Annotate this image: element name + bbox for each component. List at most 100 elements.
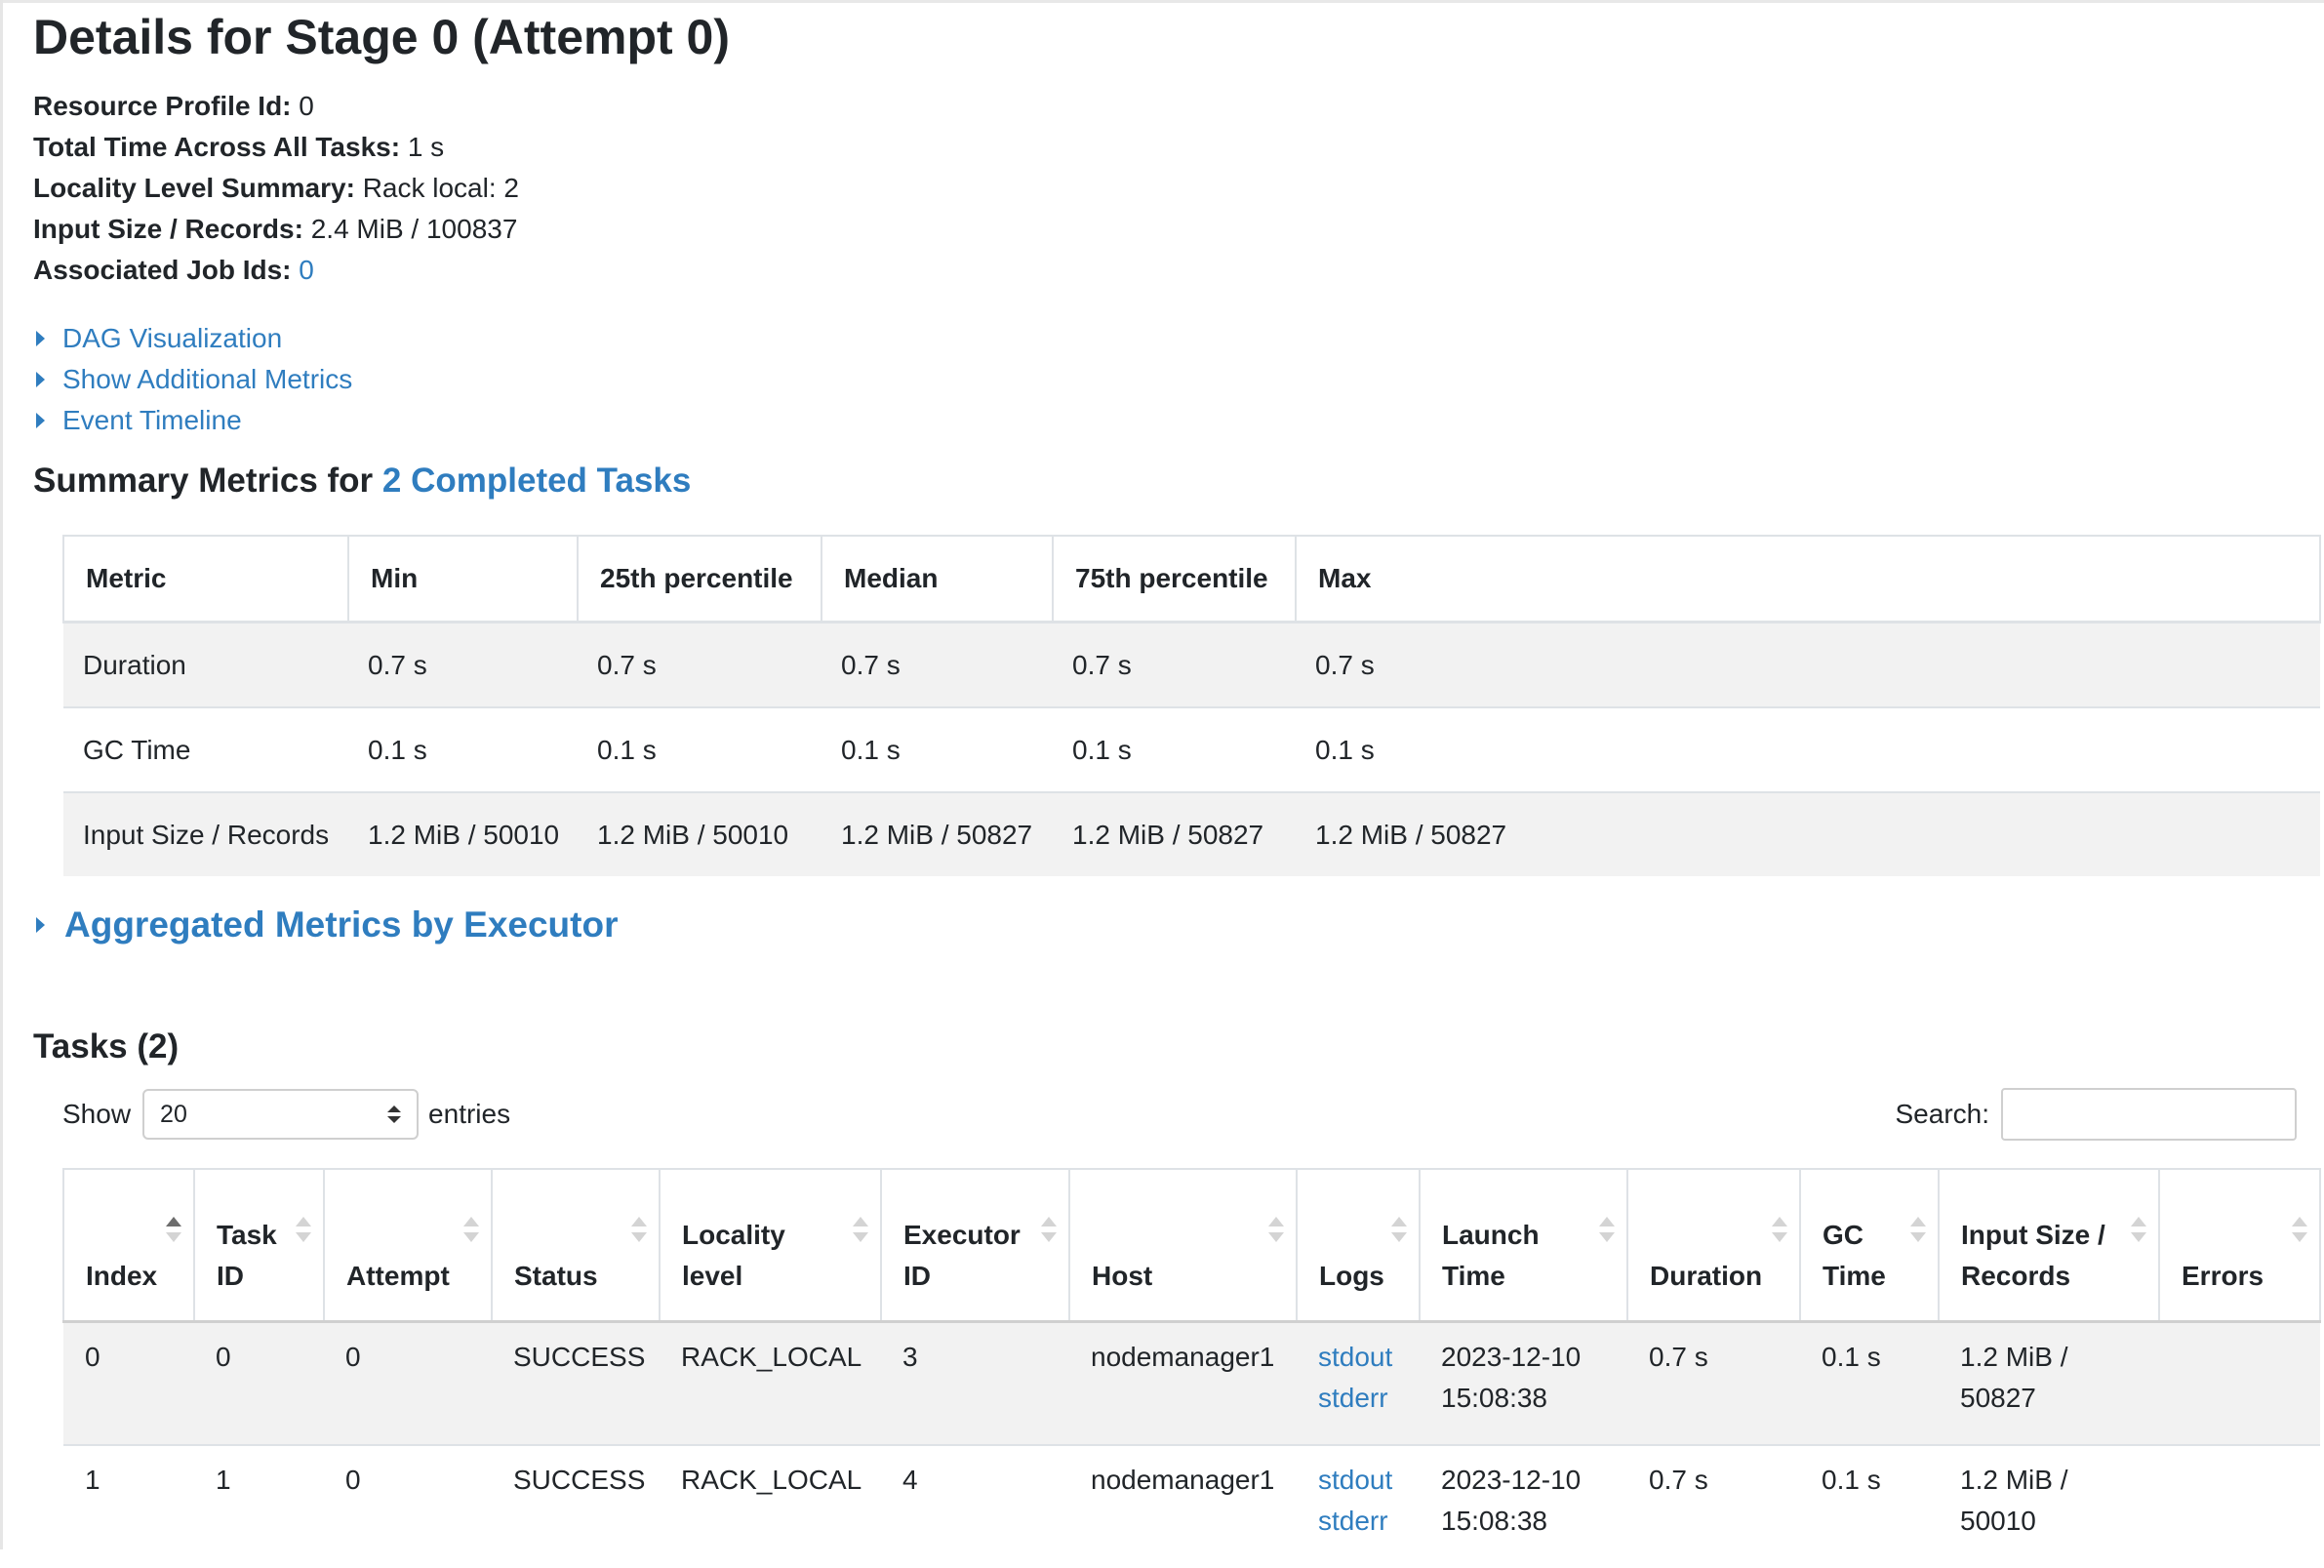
task-index: 0	[63, 1320, 194, 1445]
stdout-link[interactable]: stdout	[1318, 1337, 1400, 1378]
caret-right-icon	[36, 372, 45, 387]
task-gc-time: 0.1 s	[1800, 1320, 1939, 1445]
column-header-errors[interactable]: Errors	[2158, 1168, 2321, 1323]
column-header-input-size[interactable]: Input Size / Records	[1938, 1168, 2160, 1323]
aggregated-metrics-label: Aggregated Metrics by Executor	[64, 905, 619, 945]
caret-right-icon	[36, 917, 45, 933]
locality-summary-item: Locality Level Summary: Rack local: 2	[33, 168, 519, 209]
summary-metrics-prefix: Summary Metrics for	[33, 462, 374, 500]
metrics-cell: 0.7 s	[821, 621, 1053, 707]
metrics-column-header: Min	[347, 535, 579, 623]
tasks-table: Index Task ID Attempt Status Locality leve…	[62, 1168, 2321, 1568]
column-header-status[interactable]: Status	[491, 1168, 661, 1323]
task-id: 0	[194, 1320, 324, 1445]
event-timeline-toggle[interactable]: Event Timeline	[33, 400, 352, 441]
metrics-column-header: Metric	[62, 535, 349, 623]
metrics-cell: 0.7 s	[1053, 621, 1296, 707]
search-control: Search:	[1896, 1087, 2297, 1142]
event-timeline-label: Event Timeline	[62, 405, 242, 435]
caret-right-icon	[36, 331, 45, 346]
job-id-link[interactable]: 0	[299, 255, 314, 285]
column-header-index[interactable]: Index	[62, 1168, 195, 1323]
summary-metrics-table: Metric Min 25th percentile Median 75th p…	[62, 535, 2321, 876]
task-attempt: 0	[324, 1320, 492, 1445]
sort-icon	[1041, 1217, 1057, 1242]
metrics-cell: 1.2 MiB / 50827	[1053, 791, 1296, 876]
stdout-link[interactable]: stdout	[1318, 1460, 1400, 1501]
sort-icon	[1772, 1217, 1787, 1242]
completed-tasks-link[interactable]: 2 Completed Tasks	[382, 462, 691, 500]
metrics-cell: 0.1 s	[348, 706, 578, 792]
dag-visualization-toggle[interactable]: DAG Visualization	[33, 318, 352, 359]
task-launch-time: 2023-12-10 15:08:38	[1420, 1320, 1627, 1445]
input-size-label: Input Size / Records:	[33, 214, 303, 244]
metrics-cell: 1.2 MiB / 50010	[578, 791, 821, 876]
metrics-cell: 0.7 s	[348, 621, 578, 707]
column-header-duration[interactable]: Duration	[1626, 1168, 1801, 1323]
tasks-heading: Tasks (2)	[33, 1027, 180, 1065]
task-status: SUCCESS	[492, 1320, 660, 1445]
job-ids-label: Associated Job Ids:	[33, 255, 292, 285]
task-host: nodemanager1	[1069, 1320, 1297, 1445]
job-ids-item: Associated Job Ids: 0	[33, 250, 519, 291]
total-time-item: Total Time Across All Tasks: 1 s	[33, 127, 519, 168]
metrics-cell: 1.2 MiB / 50827	[1296, 791, 2320, 876]
locality-summary-label: Locality Level Summary:	[33, 173, 355, 203]
task-executor-id: 3	[881, 1320, 1069, 1445]
page-length-select[interactable]: 20	[142, 1089, 420, 1140]
sort-icon	[1910, 1217, 1926, 1242]
additional-metrics-label: Show Additional Metrics	[62, 364, 353, 394]
page-length-control: Show 20 entries	[62, 1087, 510, 1142]
sort-icon	[1268, 1217, 1284, 1242]
metrics-header-row: Metric Min 25th percentile Median 75th p…	[62, 535, 2321, 623]
resource-profile-label: Resource Profile Id:	[33, 91, 292, 121]
search-input[interactable]	[2001, 1088, 2297, 1141]
task-errors	[2159, 1320, 2320, 1445]
metrics-cell: 0.1 s	[1296, 706, 2320, 792]
task-input-size: 1.2 MiB /50827	[1939, 1320, 2159, 1445]
input-size-item: Input Size / Records: 2.4 MiB / 100837	[33, 209, 519, 250]
column-header-host[interactable]: Host	[1068, 1168, 1298, 1323]
left-border	[0, 0, 3, 1549]
locality-summary-value: Rack local: 2	[362, 173, 519, 203]
total-time-label: Total Time Across All Tasks:	[33, 132, 401, 162]
stderr-link[interactable]: stderr	[1318, 1378, 1400, 1419]
column-header-launch-time[interactable]: Launch Time	[1419, 1168, 1628, 1323]
column-header-attempt[interactable]: Attempt	[323, 1168, 493, 1323]
task-duration: 0.7 s	[1627, 1320, 1800, 1445]
metrics-column-header: 75th percentile	[1052, 535, 1297, 623]
show-label: Show	[62, 1099, 132, 1129]
column-header-locality-level[interactable]: Locality level	[659, 1168, 882, 1323]
sort-icon	[296, 1217, 311, 1242]
aggregated-metrics-toggle[interactable]: Aggregated Metrics by Executor	[33, 900, 618, 950]
column-header-task-id[interactable]: Task ID	[193, 1168, 325, 1323]
dag-visualization-label: DAG Visualization	[62, 323, 283, 353]
sort-icon	[2131, 1217, 2146, 1242]
sort-icon	[1599, 1217, 1615, 1242]
sort-icon	[1391, 1217, 1407, 1242]
sort-icon	[2292, 1217, 2307, 1242]
page-title: Details for Stage 0 (Attempt 0)	[33, 10, 731, 64]
sort-icon	[631, 1217, 647, 1242]
additional-metrics-toggle[interactable]: Show Additional Metrics	[33, 359, 352, 400]
column-header-logs[interactable]: Logs	[1296, 1168, 1421, 1323]
metrics-row-input-size: Input Size / Records 1.2 MiB / 50010 1.2…	[63, 791, 2320, 876]
column-header-executor-id[interactable]: Executor ID	[880, 1168, 1070, 1323]
entries-label: entries	[428, 1099, 511, 1129]
sort-icon	[853, 1217, 868, 1242]
table-row: 0 0 0 SUCCESS RACK_LOCAL 3 nodemanager1 …	[63, 1320, 2320, 1445]
metrics-cell: Input Size / Records	[63, 791, 348, 876]
resource-profile-value: 0	[299, 91, 314, 121]
sort-asc-icon	[166, 1217, 181, 1242]
metrics-column-header: 25th percentile	[577, 535, 822, 623]
metrics-cell: 1.2 MiB / 50827	[821, 791, 1053, 876]
metrics-cell: 0.7 s	[1296, 621, 2320, 707]
task-locality: RACK_LOCAL	[660, 1320, 881, 1445]
metrics-cell: Duration	[63, 621, 348, 707]
total-time-value: 1 s	[407, 132, 445, 162]
column-header-gc-time[interactable]: GC Time	[1799, 1168, 1940, 1323]
summary-metrics-heading: Summary Metrics for 2 Completed Tasks	[33, 457, 691, 505]
select-arrows-icon	[387, 1106, 402, 1123]
metrics-row-duration: Duration 0.7 s 0.7 s 0.7 s 0.7 s 0.7 s	[63, 621, 2320, 707]
stderr-link[interactable]: stderr	[1318, 1501, 1400, 1542]
